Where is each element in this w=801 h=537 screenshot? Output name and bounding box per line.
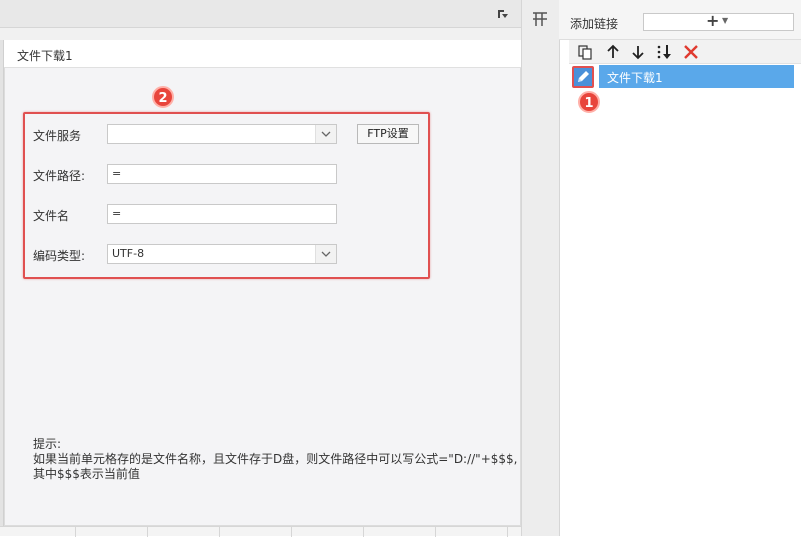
chevron-down-icon[interactable] bbox=[315, 245, 336, 263]
encoding-value: UTF-8 bbox=[112, 247, 145, 260]
sheet-toolbar bbox=[0, 0, 521, 28]
dialog-header bbox=[4, 40, 521, 68]
file-service-select[interactable] bbox=[107, 124, 337, 144]
tip-text: 提示: 如果当前单元格存的是文件名称，且文件存于D盘，则文件路径中可以写公式="… bbox=[33, 437, 518, 481]
add-link-label: 添加链接 bbox=[570, 17, 619, 31]
move-up-icon[interactable] bbox=[605, 44, 621, 60]
side-toolbar bbox=[521, 0, 559, 536]
grid-icon[interactable] bbox=[531, 10, 549, 28]
sort-icon[interactable] bbox=[656, 44, 672, 60]
sheet-subbar bbox=[0, 28, 521, 40]
encoding-label: 编码类型: bbox=[33, 249, 86, 263]
file-service-label: 文件服务 bbox=[33, 129, 82, 143]
step-badge-2: 2 bbox=[152, 86, 174, 108]
ftp-settings-button[interactable]: FTP设置 bbox=[357, 124, 419, 144]
caret-down-icon[interactable]: ▼ bbox=[722, 16, 728, 25]
dialog-title: 文件下载1 bbox=[17, 49, 73, 63]
edit-icon[interactable] bbox=[572, 66, 594, 88]
file-name-label: 文件名 bbox=[33, 209, 70, 223]
format-icon[interactable] bbox=[497, 8, 509, 20]
step-badge-1: 1 bbox=[578, 91, 600, 113]
file-path-input[interactable]: = bbox=[107, 164, 337, 184]
encoding-select[interactable]: UTF-8 bbox=[107, 244, 337, 264]
delete-icon[interactable] bbox=[683, 44, 699, 60]
file-name-input[interactable]: = bbox=[107, 204, 337, 224]
copy-icon[interactable] bbox=[577, 44, 593, 60]
file-path-label: 文件路径: bbox=[33, 169, 86, 183]
sheet-grid-bottom bbox=[0, 526, 521, 537]
list-item-label: 文件下载1 bbox=[607, 71, 663, 85]
add-icon[interactable]: + bbox=[706, 13, 719, 29]
move-down-icon[interactable] bbox=[630, 44, 646, 60]
chevron-down-icon[interactable] bbox=[315, 125, 336, 143]
